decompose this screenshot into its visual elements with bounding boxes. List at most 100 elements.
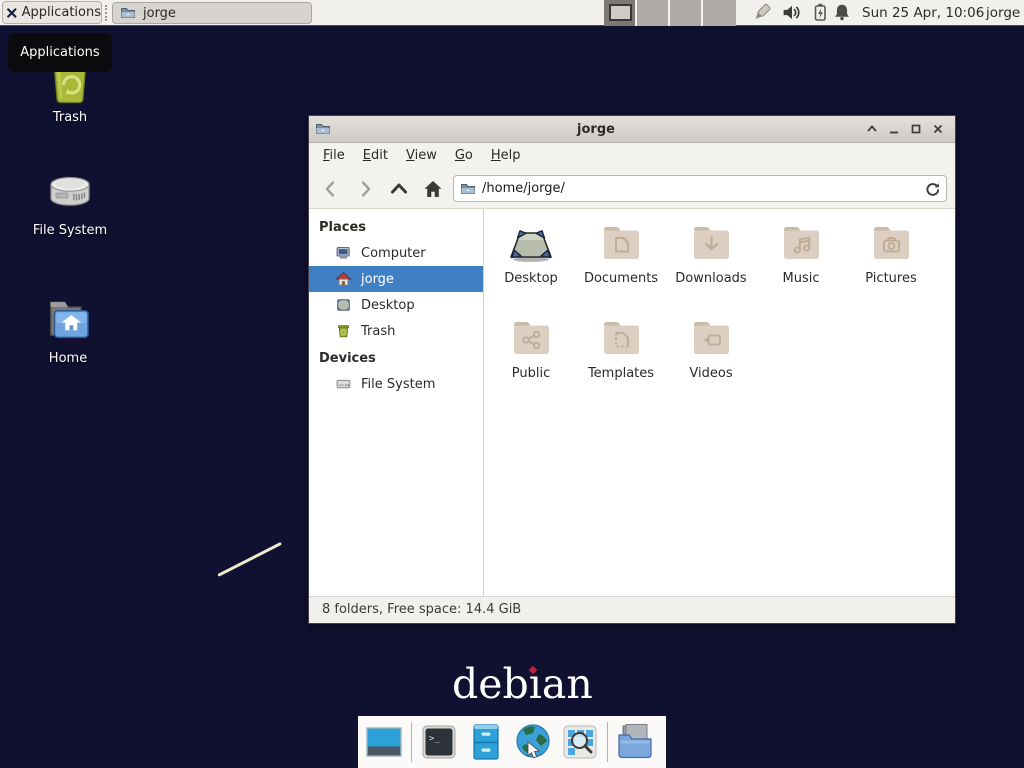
file-cabinet-button[interactable] — [466, 722, 506, 762]
dock-separator — [411, 722, 412, 762]
sidebar-item-desktop[interactable]: Desktop — [309, 292, 483, 318]
battery-icon[interactable] — [810, 2, 830, 23]
desktop-icon-label: Trash — [53, 110, 87, 125]
folder-item-videos[interactable]: Videos — [666, 314, 756, 409]
folder-item-downloads[interactable]: Downloads — [666, 219, 756, 314]
stray-line — [217, 542, 282, 577]
app-finder-button[interactable] — [560, 722, 600, 762]
sidebar-item-label: Desktop — [361, 298, 415, 313]
folder-label: Documents — [584, 271, 658, 286]
music-folder-icon — [773, 219, 829, 267]
taskbar-window-button[interactable]: jorge — [112, 2, 312, 24]
downloads-folder-icon — [683, 219, 739, 267]
sidebar-item-label: jorge — [361, 272, 394, 287]
sidebar-item-filesystem[interactable]: File System — [309, 371, 483, 397]
menu-view[interactable]: View — [397, 144, 446, 168]
window-folder-icon — [315, 121, 331, 137]
folder-label: Videos — [689, 366, 732, 381]
folder-item-public[interactable]: Public — [486, 314, 576, 409]
file-manager-button[interactable] — [615, 722, 655, 762]
workspace-2[interactable] — [637, 0, 670, 26]
desktop-icon-filesystem[interactable]: File System — [25, 166, 115, 238]
panel-handle[interactable] — [105, 5, 108, 21]
folder-label: Downloads — [675, 271, 746, 286]
workspace-3[interactable] — [670, 0, 703, 26]
workspace-4[interactable] — [703, 0, 736, 26]
dock: >_ — [358, 716, 666, 768]
up-button[interactable] — [385, 175, 413, 203]
folder-item-desktop[interactable]: Desktop — [486, 219, 576, 314]
menu-go[interactable]: Go — [446, 144, 482, 168]
folder-label: Templates — [588, 366, 654, 381]
dock-separator — [607, 722, 608, 762]
web-browser-button[interactable] — [513, 722, 553, 762]
pager-window — [609, 4, 632, 21]
folder-grid: Desktop Documents Do — [484, 209, 955, 596]
pictures-folder-icon — [863, 219, 919, 267]
computer-icon — [335, 245, 352, 261]
home-button[interactable] — [419, 175, 447, 203]
xfce-menu-icon — [7, 5, 17, 21]
menu-file[interactable]: File — [314, 144, 354, 168]
close-button[interactable] — [927, 118, 949, 140]
sidebar-item-computer[interactable]: Computer — [309, 240, 483, 266]
folder-item-documents[interactable]: Documents — [576, 219, 666, 314]
reload-icon[interactable] — [924, 181, 940, 197]
folder-label: Pictures — [865, 271, 916, 286]
minimize-button[interactable] — [883, 118, 905, 140]
folder-icon — [120, 5, 136, 21]
workspace-1[interactable] — [604, 0, 637, 26]
address-input[interactable] — [482, 181, 918, 196]
debian-logo-text: deb — [452, 660, 529, 708]
panel-clock[interactable]: Sun 25 Apr, 10:06 — [862, 0, 984, 26]
debian-logo-text: an — [542, 660, 593, 708]
folder-label: Public — [512, 366, 550, 381]
terminal-button[interactable]: >_ — [419, 722, 459, 762]
maximize-button[interactable] — [905, 118, 927, 140]
menu-help[interactable]: Help — [482, 144, 530, 168]
show-desktop-button[interactable] — [364, 722, 404, 762]
panel-username: jorge — [986, 0, 1020, 26]
shade-button[interactable] — [861, 118, 883, 140]
window-body: Places Computer jorge — [309, 209, 955, 596]
sidebar-item-trash[interactable]: Trash — [309, 318, 483, 344]
path-bar — [453, 175, 947, 202]
svg-text:>_: >_ — [429, 734, 440, 744]
applications-tooltip: Applications — [8, 33, 112, 72]
back-button[interactable] — [317, 175, 345, 203]
volume-icon[interactable] — [781, 2, 802, 23]
drive-small-icon — [335, 376, 352, 392]
menu-edit[interactable]: Edit — [354, 144, 397, 168]
applications-menu-button[interactable]: Applications — [2, 1, 102, 24]
hard-drive-icon — [44, 166, 96, 218]
devices-header: Devices — [309, 344, 483, 371]
notifications-icon[interactable] — [832, 2, 852, 23]
sidebar-item-label: File System — [361, 377, 435, 392]
folder-icon — [460, 181, 476, 197]
folder-item-pictures[interactable]: Pictures — [846, 219, 936, 314]
sidebar-item-jorge[interactable]: jorge — [309, 266, 483, 292]
desktop: Applications jorge — [0, 0, 1024, 768]
window-titlebar[interactable]: jorge — [309, 116, 955, 143]
stylus-icon[interactable] — [748, 2, 774, 24]
videos-folder-icon — [683, 314, 739, 362]
forward-button[interactable] — [351, 175, 379, 203]
trash-small-icon — [335, 323, 352, 339]
desktop-icon-label: File System — [33, 223, 107, 238]
debian-logo: debıan — [452, 660, 593, 708]
desktop-icon-home[interactable]: Home — [23, 294, 113, 366]
folder-label: Music — [783, 271, 820, 286]
statusbar: 8 folders, Free space: 14.4 GiB — [309, 596, 955, 623]
desktop-icon-label: Home — [49, 351, 87, 366]
menubar: File Edit View Go Help — [309, 143, 955, 169]
taskbar-window-label: jorge — [143, 6, 176, 21]
file-manager-window: jorge File Edit View Go Help — [308, 115, 956, 624]
desktop-trapezoid-icon — [503, 219, 559, 267]
applications-menu-label: Applications — [22, 5, 101, 20]
folder-item-music[interactable]: Music — [756, 219, 846, 314]
sidebar-item-label: Computer — [361, 246, 426, 261]
debian-logo-i: ı — [529, 660, 542, 708]
folder-item-templates[interactable]: Templates — [576, 314, 666, 409]
toolbar — [309, 169, 955, 209]
sidebar-item-label: Trash — [361, 324, 395, 339]
